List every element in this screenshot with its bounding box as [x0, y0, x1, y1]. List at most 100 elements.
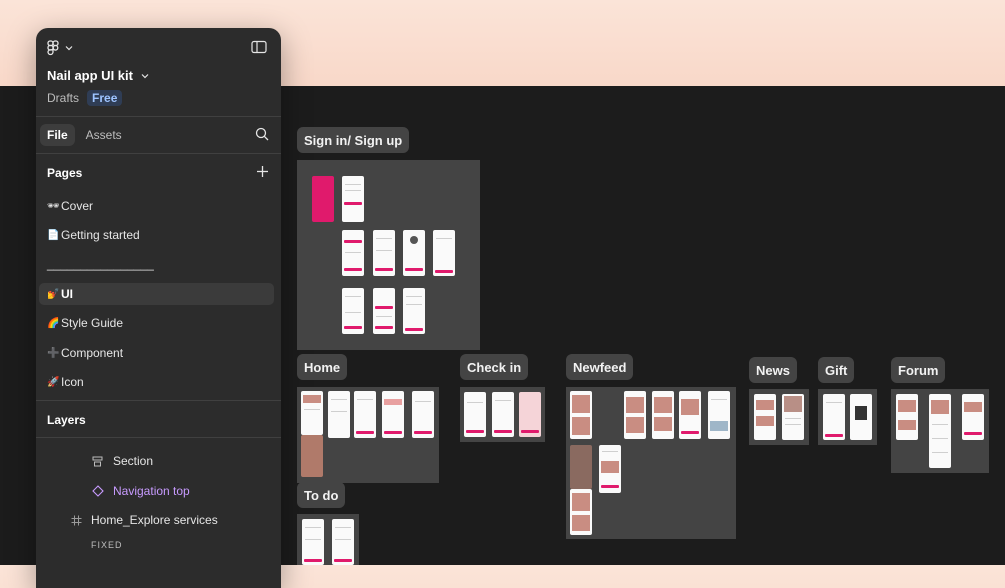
plus-icon — [257, 166, 268, 177]
left-sidebar-panel: Nail app UI kit Drafts Free File Assets … — [36, 28, 281, 588]
section-title-news[interactable]: News — [749, 357, 797, 383]
toggle-sidebar-button[interactable] — [251, 40, 267, 54]
section-title-todo[interactable]: To do — [297, 482, 346, 508]
screen-thumbnail[interactable] — [823, 394, 845, 440]
page-label: Style Guide — [61, 316, 124, 330]
file-name: Nail app UI kit — [47, 68, 133, 83]
screen-thumbnail[interactable] — [652, 391, 674, 439]
screen-thumbnail[interactable] — [433, 230, 455, 276]
page-label: Component — [61, 346, 124, 360]
screen-thumbnail[interactable] — [896, 394, 918, 440]
section-frame-todo[interactable] — [297, 514, 359, 565]
frame-hash-icon — [71, 515, 82, 525]
screen-thumbnail[interactable] — [373, 230, 395, 276]
page-label: Icon — [61, 375, 84, 389]
page-item-component[interactable]: ➕ Component — [47, 346, 123, 360]
section-title-forum[interactable]: Forum — [891, 357, 946, 383]
section-title-gift[interactable]: Gift — [818, 357, 855, 383]
screen-thumbnail[interactable] — [342, 230, 364, 276]
page-item-style-guide[interactable]: 🌈 Style Guide — [47, 316, 123, 330]
rocket-emoji-icon: 🚀 — [47, 376, 60, 388]
tab-assets[interactable]: Assets — [79, 124, 129, 146]
screen-thumbnail[interactable] — [373, 288, 395, 334]
section-frame-forum[interactable] — [891, 389, 989, 473]
screen-thumbnail[interactable] — [519, 392, 541, 437]
layers-heading: Layers — [47, 413, 86, 427]
screen-thumbnail[interactable] — [929, 394, 951, 468]
divider — [36, 153, 281, 154]
rainbow-emoji-icon: 🌈 — [47, 317, 60, 329]
chevron-down-icon — [141, 73, 149, 78]
page-item-separator[interactable]: ________________ — [47, 257, 154, 271]
figma-logo-icon — [47, 40, 59, 56]
document-emoji-icon: 📄 — [47, 229, 60, 241]
screen-thumbnail[interactable] — [962, 394, 984, 440]
nail-polish-emoji-icon: 💅 — [47, 288, 60, 300]
screen-thumbnail[interactable] — [850, 394, 872, 440]
screen-thumbnail[interactable] — [312, 176, 334, 222]
section-frame-news[interactable] — [749, 389, 809, 445]
section-title-newfeed[interactable]: Newfeed — [566, 354, 634, 380]
screen-thumbnail[interactable] — [302, 519, 324, 565]
search-icon — [255, 127, 269, 141]
section-frame-newfeed[interactable] — [566, 387, 736, 539]
screen-thumbnail[interactable] — [624, 391, 646, 439]
sidebar-layout-icon — [251, 40, 267, 54]
section-title-signin[interactable]: Sign in/ Sign up — [297, 127, 410, 153]
page-item-cover[interactable]: 🕶 Cover — [47, 199, 93, 213]
screen-thumbnail[interactable] — [570, 445, 592, 489]
screen-thumbnail[interactable] — [301, 435, 323, 477]
page-item-icon[interactable]: 🚀 Icon — [47, 375, 84, 389]
screen-thumbnail[interactable] — [754, 394, 776, 440]
add-page-button[interactable] — [256, 165, 269, 178]
section-title-home[interactable]: Home — [297, 354, 348, 380]
screen-thumbnail[interactable] — [599, 445, 621, 493]
layer-item-navigation-top[interactable]: Navigation top — [92, 484, 190, 498]
screen-thumbnail[interactable] — [492, 392, 514, 437]
screen-thumbnail[interactable] — [342, 176, 364, 222]
selected-page-highlight — [39, 283, 274, 305]
layer-item-home-explore-services[interactable]: Home_Explore services — [71, 513, 218, 527]
screen-thumbnail[interactable] — [570, 489, 592, 535]
screen-thumbnail[interactable] — [570, 391, 592, 439]
screen-thumbnail[interactable] — [403, 230, 425, 276]
section-frame-checkin[interactable] — [460, 387, 545, 442]
divider — [36, 437, 281, 438]
page-item-ui[interactable]: 💅 UI — [47, 287, 73, 301]
screen-thumbnail[interactable] — [782, 394, 804, 440]
screen-thumbnail[interactable] — [708, 391, 730, 439]
plan-badge[interactable]: Free — [87, 90, 123, 106]
screen-thumbnail[interactable] — [332, 519, 354, 565]
screen-thumbnail[interactable] — [464, 392, 486, 437]
layer-label: Home_Explore services — [91, 513, 218, 527]
component-instance-icon — [92, 485, 104, 497]
section-frame-signin[interactable] — [297, 160, 480, 350]
screen-thumbnail[interactable] — [328, 391, 350, 438]
search-button[interactable] — [255, 127, 269, 141]
section-frame-home[interactable] — [297, 387, 439, 483]
screen-thumbnail[interactable] — [679, 391, 701, 439]
layer-label: Navigation top — [113, 484, 190, 498]
section-title-checkin[interactable]: Check in — [460, 354, 529, 380]
page-label: Cover — [61, 199, 94, 213]
plus-emoji-icon: ➕ — [47, 347, 60, 359]
screen-thumbnail[interactable] — [354, 391, 376, 438]
screen-thumbnail[interactable] — [342, 288, 364, 334]
page-label: UI — [61, 287, 73, 301]
section-icon — [92, 456, 103, 466]
page-item-getting-started[interactable]: 📄 Getting started — [47, 228, 140, 242]
file-location-link[interactable]: Drafts — [47, 91, 79, 105]
page-label: ________________ — [47, 257, 154, 271]
screen-thumbnail[interactable] — [301, 391, 323, 435]
section-frame-gift[interactable] — [818, 389, 877, 445]
file-name-dropdown[interactable]: Nail app UI kit — [47, 68, 149, 83]
page-label: Getting started — [61, 228, 140, 242]
screen-thumbnail[interactable] — [412, 391, 434, 438]
layer-item-section[interactable]: Section — [92, 454, 153, 468]
chevron-down-icon — [65, 46, 73, 51]
screen-thumbnail[interactable] — [382, 391, 404, 438]
screen-thumbnail[interactable] — [403, 288, 425, 334]
tab-file[interactable]: File — [40, 124, 75, 146]
main-menu-button[interactable] — [47, 40, 73, 56]
divider — [36, 400, 281, 401]
